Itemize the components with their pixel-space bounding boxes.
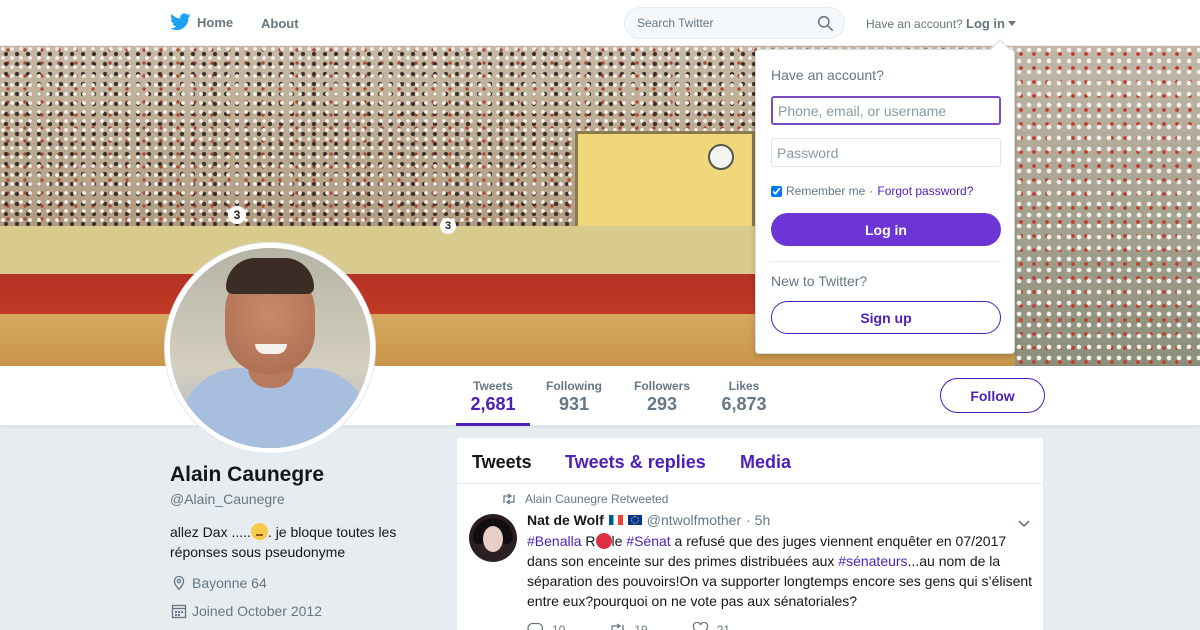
tweet-actions: 10 19 21 <box>527 622 774 630</box>
calendar-icon <box>171 604 187 619</box>
login-button[interactable]: Log in <box>771 213 1001 246</box>
tab-tweets-replies[interactable]: Tweets & replies <box>565 452 706 473</box>
gate-number: 3 <box>440 218 456 234</box>
stat-label: Tweets <box>473 379 513 393</box>
follow-button[interactable]: Follow <box>940 378 1045 413</box>
tweet-author-avatar[interactable] <box>469 514 517 562</box>
stat-value: 293 <box>646 394 678 414</box>
nav-about-link[interactable]: About <box>261 16 299 31</box>
search-box <box>624 7 845 39</box>
timeline: Tweets Tweets & replies Media Alain Caun… <box>456 437 1045 630</box>
tweet-header: Nat de Wolf @ntwolfmother · 5h <box>527 512 770 528</box>
retweet-icon <box>503 493 515 505</box>
red-circle-emoji-icon <box>595 533 612 549</box>
hashtag-link[interactable]: #Benalla <box>527 533 582 549</box>
separator-dot: · <box>869 184 874 198</box>
username-field[interactable] <box>771 96 1001 125</box>
hashtag-link[interactable]: #sénateurs <box>838 553 907 569</box>
tweet-text-segment: le <box>611 533 627 549</box>
reply-icon <box>527 622 544 630</box>
stat-label: Following <box>546 379 602 393</box>
like-count: 21 <box>716 622 731 630</box>
top-nav: Home About Have an account? Log in <box>0 0 1200 46</box>
heart-icon <box>692 622 708 630</box>
login-dropdown: Have an account? Remember me · Forgot pa… <box>755 39 1015 354</box>
profile-bio: allez Dax ...... je bloque toutes les ré… <box>170 522 430 562</box>
retweet-button[interactable]: 19 <box>609 622 648 630</box>
reply-count: 10 <box>552 622 566 630</box>
banner-red-barrier <box>0 274 760 314</box>
profile-location: Bayonne 64 <box>171 575 267 591</box>
banner-crowd-right <box>1015 46 1200 366</box>
tab-tweets[interactable]: Tweets <box>472 452 532 473</box>
retweet-icon <box>611 623 625 630</box>
signup-button[interactable]: Sign up <box>771 301 1001 334</box>
bio-text: allez Dax ..... <box>170 524 251 540</box>
search-input[interactable] <box>625 8 815 38</box>
tweet-text-segment: R <box>581 533 596 549</box>
location-text: Bayonne 64 <box>192 575 267 591</box>
have-account-text: Have an account? <box>866 17 963 31</box>
stat-following[interactable]: Following 931 <box>538 366 610 426</box>
location-pin-icon <box>173 575 185 591</box>
tweet-timestamp[interactable]: · 5h <box>746 512 770 528</box>
tab-media[interactable]: Media <box>740 452 791 473</box>
stat-likes[interactable]: Likes 6,873 <box>712 366 776 426</box>
caret-down-icon[interactable] <box>1008 21 1016 26</box>
hashtag-link[interactable]: #Sénat <box>626 533 670 549</box>
divider <box>771 261 1001 262</box>
stat-value: 2,681 <box>470 394 516 414</box>
tweet-author-name[interactable]: Nat de Wolf <box>527 512 604 528</box>
nav-home-link[interactable]: Home <box>170 13 233 31</box>
avatar[interactable] <box>165 243 375 453</box>
profile-name[interactable]: Alain Caunegre <box>170 463 324 487</box>
retweet-context: Alain Caunegre Retweeted <box>501 492 668 506</box>
nav-home-label: Home <box>197 14 234 30</box>
tweet-author-handle[interactable]: @ntwolfmother <box>647 512 741 528</box>
clock-icon <box>708 144 734 170</box>
timeline-tabs: Tweets Tweets & replies Media <box>457 438 1045 484</box>
france-flag-icon <box>608 515 623 525</box>
remember-checkbox[interactable] <box>771 185 782 197</box>
new-to-twitter-text: New to Twitter? <box>771 273 868 289</box>
tweet-text: #Benalla Rle #Sénat a refusé que des jug… <box>527 531 1037 611</box>
retweet-count: 19 <box>634 622 648 630</box>
remember-label: Remember me <box>786 184 866 198</box>
password-field[interactable] <box>771 138 1001 167</box>
joined-text: Joined October 2012 <box>192 603 322 619</box>
stat-value: 931 <box>558 394 590 414</box>
eu-flag-icon <box>627 515 642 525</box>
twitter-bird-icon <box>170 13 191 31</box>
login-dropdown-title: Have an account? <box>771 67 884 83</box>
stat-label: Followers <box>633 379 690 393</box>
gate-number: 3 <box>228 206 246 224</box>
login-dropdown-toggle[interactable]: Log in <box>966 16 1005 31</box>
stat-tweets[interactable]: Tweets 2,681 <box>456 366 530 426</box>
reply-button[interactable]: 10 <box>527 622 565 630</box>
stat-label: Likes <box>728 379 760 393</box>
chevron-down-icon[interactable] <box>1017 516 1031 530</box>
profile-joined: Joined October 2012 <box>171 603 322 619</box>
sad-face-emoji-icon <box>250 523 268 540</box>
profile-handle[interactable]: @Alain_Caunegre <box>170 491 285 507</box>
stat-value: 6,873 <box>721 394 767 414</box>
stat-followers[interactable]: Followers 293 <box>626 366 698 426</box>
like-button[interactable]: 21 <box>692 622 730 630</box>
forgot-password-link[interactable]: Forgot password? <box>877 184 973 198</box>
retweeted-by-text[interactable]: Alain Caunegre Retweeted <box>525 492 668 506</box>
remember-row: Remember me · Forgot password? <box>771 184 973 198</box>
search-icon[interactable] <box>817 15 834 32</box>
